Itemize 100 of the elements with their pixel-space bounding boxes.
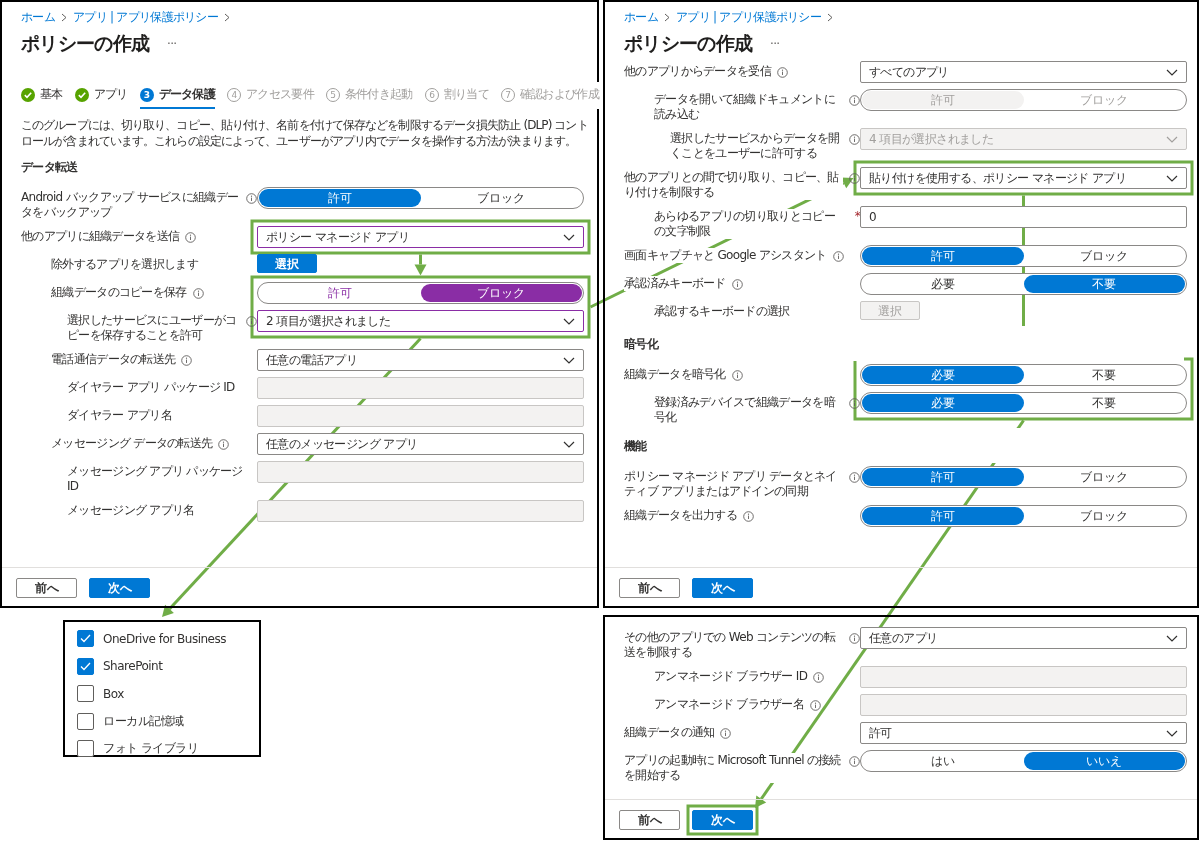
checkbox[interactable]	[77, 712, 94, 730]
toggle-option[interactable]: はい	[862, 752, 1024, 770]
toggle-option[interactable]: 許可	[862, 507, 1024, 525]
checkbox-label[interactable]: SharePoint	[103, 659, 163, 674]
toggle-option[interactable]: 許可	[862, 468, 1024, 486]
info-icon[interactable]	[218, 439, 230, 450]
segmented-toggle[interactable]: 必要 不要	[860, 364, 1187, 386]
text-field[interactable]: 0	[860, 206, 1187, 228]
setting-label: 画面キャプチャと Google アシスタント	[624, 248, 827, 263]
back-button[interactable]: 前へ	[619, 578, 680, 598]
checkbox-label[interactable]: Box	[103, 686, 124, 701]
check-circle-icon	[74, 87, 89, 102]
annotation-arrow	[414, 254, 427, 276]
setting-label: 承認済みキーボード	[624, 276, 726, 291]
checkbox-label[interactable]: フォト ライブラリ	[103, 740, 199, 758]
checkbox-label[interactable]: OneDrive for Business	[103, 631, 226, 646]
toggle-option[interactable]: ブロック	[420, 189, 582, 207]
info-icon[interactable]	[832, 251, 844, 262]
toggle-option[interactable]: 不要	[1023, 394, 1185, 412]
toggle-option[interactable]: 不要	[1023, 366, 1185, 384]
checkmark-icon	[80, 634, 91, 644]
next-button[interactable]: 次へ	[692, 578, 753, 598]
dropdown[interactable]: 許可	[860, 722, 1187, 744]
info-icon[interactable]	[849, 472, 860, 483]
toggle-option[interactable]: 許可	[259, 284, 421, 302]
segmented-toggle[interactable]: 必要 不要	[860, 392, 1187, 414]
dropdown[interactable]: 任意のメッセージング アプリ	[257, 433, 584, 455]
back-button[interactable]: 前へ	[619, 810, 680, 830]
section-heading: 暗号化	[624, 326, 1184, 361]
setting-label: アンマネージド ブラウザー名	[654, 697, 804, 712]
next-button[interactable]: 次へ	[89, 578, 150, 598]
info-icon[interactable]	[731, 279, 743, 290]
segmented-toggle[interactable]: 必要 不要	[860, 273, 1187, 295]
setting-label: Android バックアップ サービスに組織データをバックアップ	[21, 190, 240, 220]
checkbox[interactable]	[77, 740, 94, 758]
info-icon[interactable]	[720, 728, 732, 739]
setting-label: アンマネージド ブラウザー ID	[654, 669, 808, 684]
info-icon[interactable]	[246, 193, 257, 204]
more-button[interactable]: ···	[770, 37, 780, 51]
chevron-down-icon	[563, 233, 575, 241]
segmented-toggle[interactable]: 許可 ブロック	[860, 466, 1187, 488]
toggle-option[interactable]: ブロック	[1023, 247, 1185, 265]
setting-label: 組織データの通知	[624, 725, 715, 740]
dropdown[interactable]: すべてのアプリ	[860, 61, 1187, 83]
segmented-toggle[interactable]: 許可 ブロック	[860, 505, 1187, 527]
dropdown[interactable]: ポリシー マネージド アプリ	[257, 226, 584, 248]
setting-label: 承認するキーボードの選択	[654, 304, 790, 319]
toggle-option[interactable]: ブロック	[1023, 507, 1185, 525]
info-icon[interactable]	[743, 511, 754, 522]
setting-label: 選択したサービスからデータを開くことをユーザーに許可する	[670, 131, 843, 161]
segmented-toggle[interactable]: 許可 ブロック	[257, 282, 584, 304]
back-button[interactable]: 前へ	[16, 578, 77, 598]
checkbox[interactable]	[77, 630, 94, 648]
select-button[interactable]: 選択	[257, 254, 317, 273]
chevron-right-icon	[224, 12, 231, 22]
toggle-option[interactable]: 不要	[1023, 275, 1185, 293]
info-icon[interactable]	[181, 355, 193, 366]
checkbox[interactable]	[77, 685, 94, 703]
chevron-down-icon	[1166, 634, 1178, 642]
toggle-option[interactable]: 必要	[862, 275, 1024, 293]
chevron-right-icon	[827, 12, 834, 22]
setting-label: 他のアプリに組織データを送信	[21, 229, 180, 244]
setting-label: 組織データを出力する	[624, 508, 737, 523]
chevron-down-icon	[1166, 174, 1178, 182]
setting-label: メッセージング アプリ名	[67, 503, 195, 518]
toggle-option[interactable]: ブロック	[420, 284, 582, 302]
dropdown[interactable]: 2 項目が選択されました	[257, 310, 584, 332]
info-icon[interactable]	[192, 288, 204, 299]
toggle-option[interactable]: 許可	[862, 247, 1024, 265]
info-icon[interactable]	[849, 633, 860, 644]
dropdown[interactable]: 貼り付けを使用する、ポリシー マネージド アプリ	[860, 167, 1187, 189]
toggle-option[interactable]: 必要	[862, 366, 1024, 384]
info-icon[interactable]	[776, 67, 788, 78]
segmented-toggle[interactable]: はい いいえ	[860, 750, 1187, 772]
checkbox[interactable]	[77, 657, 94, 675]
info-icon[interactable]	[849, 173, 860, 184]
breadcrumb-link[interactable]: アプリ | アプリ保護ポリシー	[675, 8, 822, 26]
dropdown[interactable]: 任意の電話アプリ	[257, 349, 584, 371]
toggle-option[interactable]: ブロック	[1023, 468, 1185, 486]
info-icon[interactable]	[246, 316, 257, 327]
checkmark-icon	[80, 661, 91, 671]
info-icon[interactable]	[849, 756, 860, 767]
setting-label: 組織データを暗号化	[624, 367, 726, 382]
setting-label: 他のアプリからデータを受信	[624, 64, 771, 79]
segmented-toggle[interactable]: 許可 ブロック	[257, 187, 584, 209]
info-icon[interactable]	[185, 232, 197, 243]
info-icon[interactable]	[731, 370, 743, 381]
setting-label: メッセージング データの転送先	[51, 436, 213, 451]
toggle-option[interactable]: 必要	[862, 394, 1024, 412]
toggle-option[interactable]: いいえ	[1023, 752, 1185, 770]
checkbox-label[interactable]: ローカル記憶域	[103, 712, 184, 730]
chevron-down-icon	[563, 317, 575, 325]
chevron-down-icon	[563, 356, 575, 364]
next-button[interactable]: 次へ	[692, 810, 753, 830]
toggle-option[interactable]: 許可	[259, 189, 421, 207]
dropdown[interactable]: 任意のアプリ	[860, 627, 1187, 649]
breadcrumb-link[interactable]: アプリ | アプリ保護ポリシー	[72, 8, 219, 26]
info-icon[interactable]	[849, 398, 860, 409]
segmented-toggle[interactable]: 許可 ブロック	[860, 245, 1187, 267]
more-button[interactable]: ···	[167, 37, 177, 51]
